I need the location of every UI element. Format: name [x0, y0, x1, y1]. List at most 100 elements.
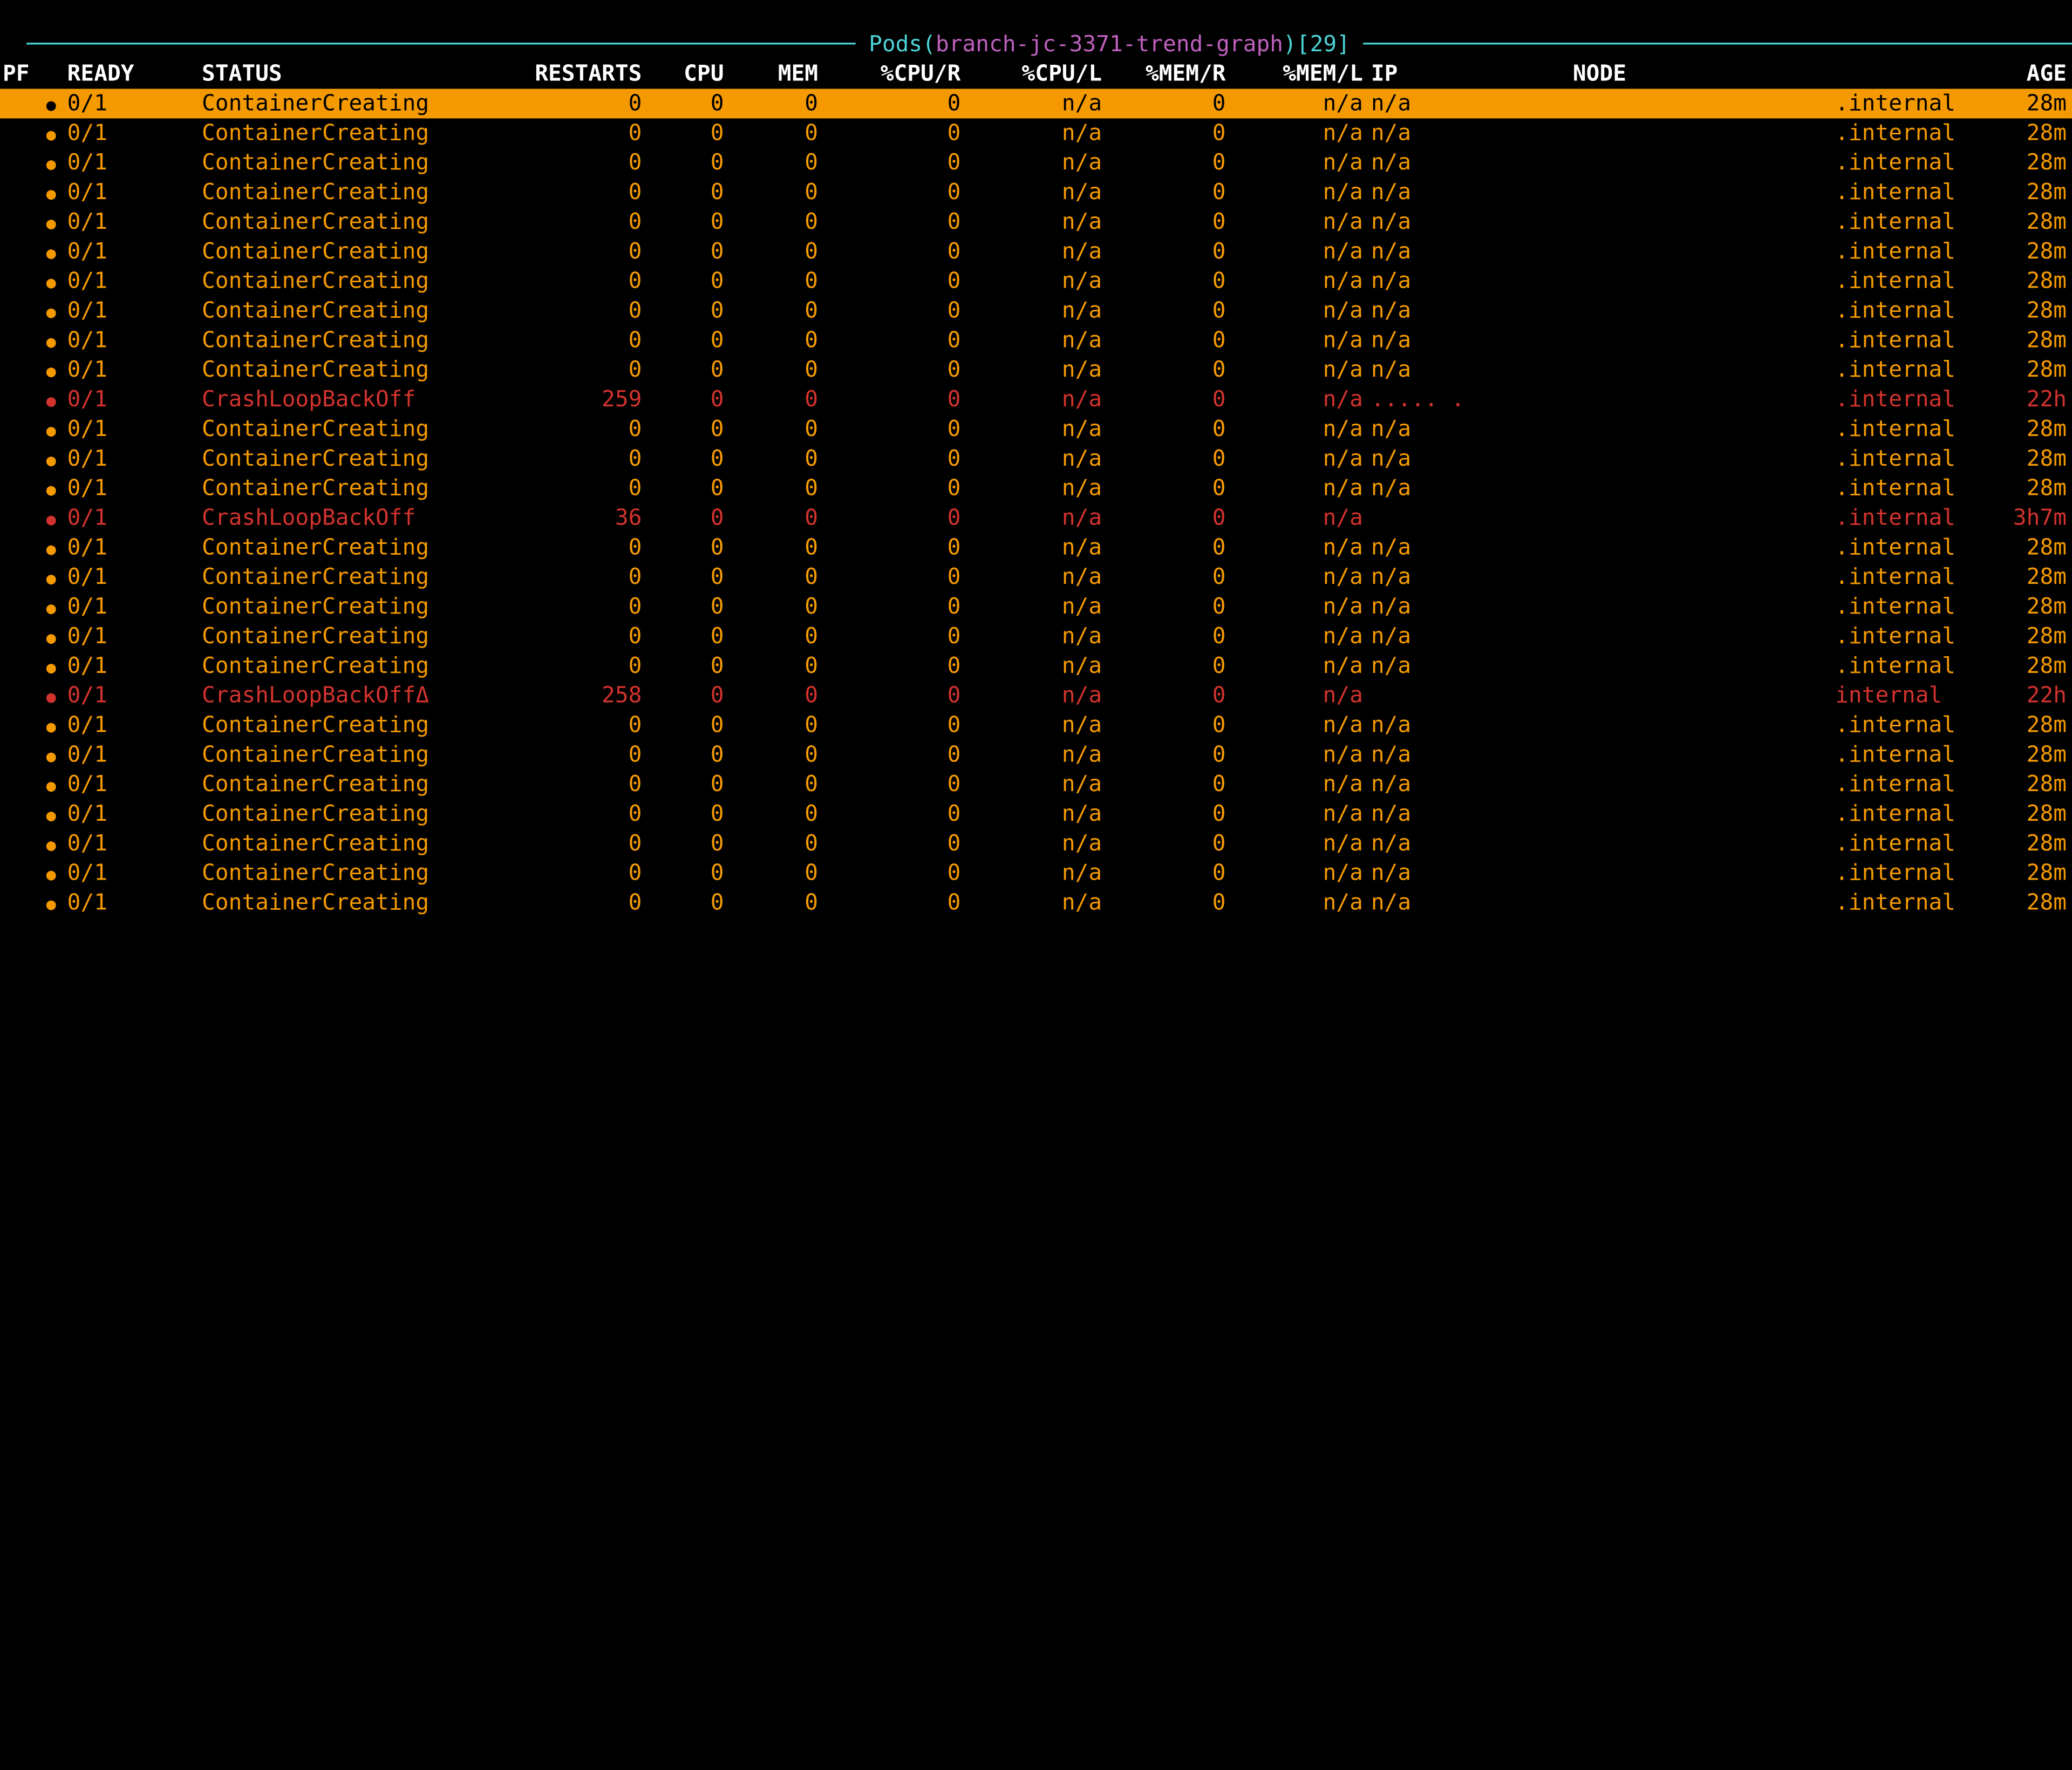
- cell-cpu: 0: [642, 592, 724, 622]
- cell-age: 28m: [1966, 592, 2072, 622]
- cell-age: 3h7m: [1966, 503, 2072, 533]
- table-row[interactable]: ●0/1ContainerCreating0000n/a0n/an/a.inte…: [0, 533, 2072, 562]
- cell-cpul: n/a: [960, 266, 1102, 296]
- cell-cpur: 0: [818, 355, 960, 385]
- table-row[interactable]: ●0/1ContainerCreating0000n/a0n/an/a.inte…: [0, 622, 2072, 651]
- cell-ready: 0/1: [67, 266, 202, 296]
- cell-age: 28m: [1966, 533, 2072, 562]
- cell-mem: 0: [724, 740, 819, 770]
- table-row[interactable]: ●0/1ContainerCreating0000n/a0n/an/a.inte…: [0, 651, 2072, 681]
- cell-age: 28m: [1966, 799, 2072, 829]
- cell-mem: 0: [724, 562, 819, 592]
- cell-mem: 0: [724, 799, 819, 829]
- cell-ip: n/a: [1363, 592, 1573, 622]
- status-dot-icon: ●: [35, 592, 67, 622]
- cell-meml: n/a: [1226, 503, 1363, 533]
- cell-mem: 0: [724, 266, 819, 296]
- cell-node: .internal: [1835, 355, 1966, 385]
- cell-cpu: 0: [642, 503, 724, 533]
- status-dot-icon: ●: [35, 740, 67, 770]
- cell-ready: 0/1: [67, 178, 202, 207]
- cell-age: 28m: [1966, 296, 2072, 325]
- col-mem: MEM: [724, 59, 819, 88]
- table-row[interactable]: ●0/1ContainerCreating0000n/a0n/an/a.inte…: [0, 740, 2072, 770]
- cell-node: .internal: [1835, 562, 1966, 592]
- col-cpu: CPU: [642, 59, 724, 88]
- table-row[interactable]: ●0/1ContainerCreating0000n/a0n/an/a.inte…: [0, 296, 2072, 325]
- status-dot-icon: ●: [35, 385, 67, 414]
- cell-age: 22h: [1966, 680, 2072, 710]
- status-dot-icon: ●: [35, 178, 67, 207]
- cell-ready: 0/1: [67, 562, 202, 592]
- cell-ip: n/a: [1363, 355, 1573, 385]
- cell-restarts: 0: [522, 178, 642, 207]
- cell-ready: 0/1: [67, 710, 202, 740]
- table-row[interactable]: ●0/1ContainerCreating0000n/a0n/an/a.inte…: [0, 88, 2072, 118]
- cell-ip: n/a: [1363, 829, 1573, 859]
- cell-cpur: 0: [818, 88, 960, 118]
- cell-cpul: n/a: [960, 651, 1102, 681]
- cell-ip: n/a: [1363, 770, 1573, 799]
- cell-meml: n/a: [1226, 592, 1363, 622]
- table-row[interactable]: ●0/1ContainerCreating0000n/a0n/an/a.inte…: [0, 799, 2072, 829]
- cell-cpul: n/a: [960, 473, 1102, 503]
- cell-cpur: 0: [818, 622, 960, 651]
- table-row[interactable]: ●0/1ContainerCreating0000n/a0n/an/a.inte…: [0, 770, 2072, 799]
- cell-mem: 0: [724, 503, 819, 533]
- table-row[interactable]: ●0/1ContainerCreating0000n/a0n/an/a.inte…: [0, 325, 2072, 355]
- cell-node: .internal: [1835, 207, 1966, 237]
- cell-node: .internal: [1835, 178, 1966, 207]
- table-row[interactable]: ●0/1ContainerCreating0000n/a0n/an/a.inte…: [0, 118, 2072, 148]
- table-row[interactable]: ●0/1ContainerCreating0000n/a0n/an/a.inte…: [0, 859, 2072, 888]
- table-row[interactable]: ●0/1ContainerCreating0000n/a0n/an/a.inte…: [0, 592, 2072, 622]
- cell-cpur: 0: [818, 296, 960, 325]
- table-row[interactable]: ●0/1ContainerCreating0000n/a0n/an/a.inte…: [0, 414, 2072, 444]
- table-body[interactable]: ●0/1ContainerCreating0000n/a0n/an/a.inte…: [0, 88, 2072, 917]
- table-row[interactable]: ●0/1ContainerCreating0000n/a0n/an/a.inte…: [0, 178, 2072, 207]
- cell-status: ContainerCreating: [202, 799, 522, 829]
- cell-meml: n/a: [1226, 385, 1363, 414]
- cell-cpur: 0: [818, 710, 960, 740]
- table-row[interactable]: ●0/1ContainerCreating0000n/a0n/an/a.inte…: [0, 355, 2072, 385]
- col-pf: PF: [0, 59, 35, 88]
- cell-age: 28m: [1966, 178, 2072, 207]
- cell-node: .internal: [1835, 770, 1966, 799]
- view-title: ────────────────────────────────────────…: [0, 0, 2072, 59]
- cell-memr: 0: [1102, 414, 1225, 444]
- cell-memr: 0: [1102, 385, 1225, 414]
- cell-cpur: 0: [818, 888, 960, 917]
- cell-status: CrashLoopBackOff: [202, 503, 522, 533]
- cell-status: ContainerCreating: [202, 829, 522, 859]
- cell-meml: n/a: [1226, 473, 1363, 503]
- table-header: PF READY STATUS RESTARTS CPU MEM %CPU/R …: [0, 59, 2072, 88]
- table-row[interactable]: ●0/1CrashLoopBackOffΔ258000n/a0n/aintern…: [0, 680, 2072, 710]
- table-row[interactable]: ●0/1ContainerCreating0000n/a0n/an/a.inte…: [0, 562, 2072, 592]
- table-row[interactable]: ●0/1ContainerCreating0000n/a0n/an/a.inte…: [0, 148, 2072, 178]
- cell-restarts: 0: [522, 325, 642, 355]
- cell-cpu: 0: [642, 740, 724, 770]
- table-row[interactable]: ●0/1ContainerCreating0000n/a0n/an/a.inte…: [0, 473, 2072, 503]
- table-row[interactable]: ●0/1ContainerCreating0000n/a0n/an/a.inte…: [0, 829, 2072, 859]
- cell-ip: n/a: [1363, 710, 1573, 740]
- cell-restarts: 0: [522, 562, 642, 592]
- cell-restarts: 0: [522, 799, 642, 829]
- table-row[interactable]: ●0/1ContainerCreating0000n/a0n/an/a.inte…: [0, 207, 2072, 237]
- table-row[interactable]: ●0/1CrashLoopBackOff36000n/a0n/a.interna…: [0, 503, 2072, 533]
- table-row[interactable]: ●0/1ContainerCreating0000n/a0n/an/a.inte…: [0, 266, 2072, 296]
- cell-cpur: 0: [818, 207, 960, 237]
- cell-ready: 0/1: [67, 592, 202, 622]
- cell-age: 28m: [1966, 118, 2072, 148]
- table-row[interactable]: ●0/1ContainerCreating0000n/a0n/an/a.inte…: [0, 710, 2072, 740]
- cell-cpur: 0: [818, 237, 960, 267]
- cell-mem: 0: [724, 207, 819, 237]
- table-row[interactable]: ●0/1ContainerCreating0000n/a0n/an/a.inte…: [0, 444, 2072, 474]
- cell-cpu: 0: [642, 680, 724, 710]
- table-row[interactable]: ●0/1ContainerCreating0000n/a0n/an/a.inte…: [0, 237, 2072, 267]
- cell-cpul: n/a: [960, 88, 1102, 118]
- table-row[interactable]: ●0/1ContainerCreating0000n/a0n/an/a.inte…: [0, 888, 2072, 917]
- cell-ip: n/a: [1363, 325, 1573, 355]
- table-row[interactable]: ●0/1CrashLoopBackOff259000n/a0n/a..... .…: [0, 385, 2072, 414]
- cell-ip: n/a: [1363, 266, 1573, 296]
- cell-cpur: 0: [818, 533, 960, 562]
- cell-mem: 0: [724, 680, 819, 710]
